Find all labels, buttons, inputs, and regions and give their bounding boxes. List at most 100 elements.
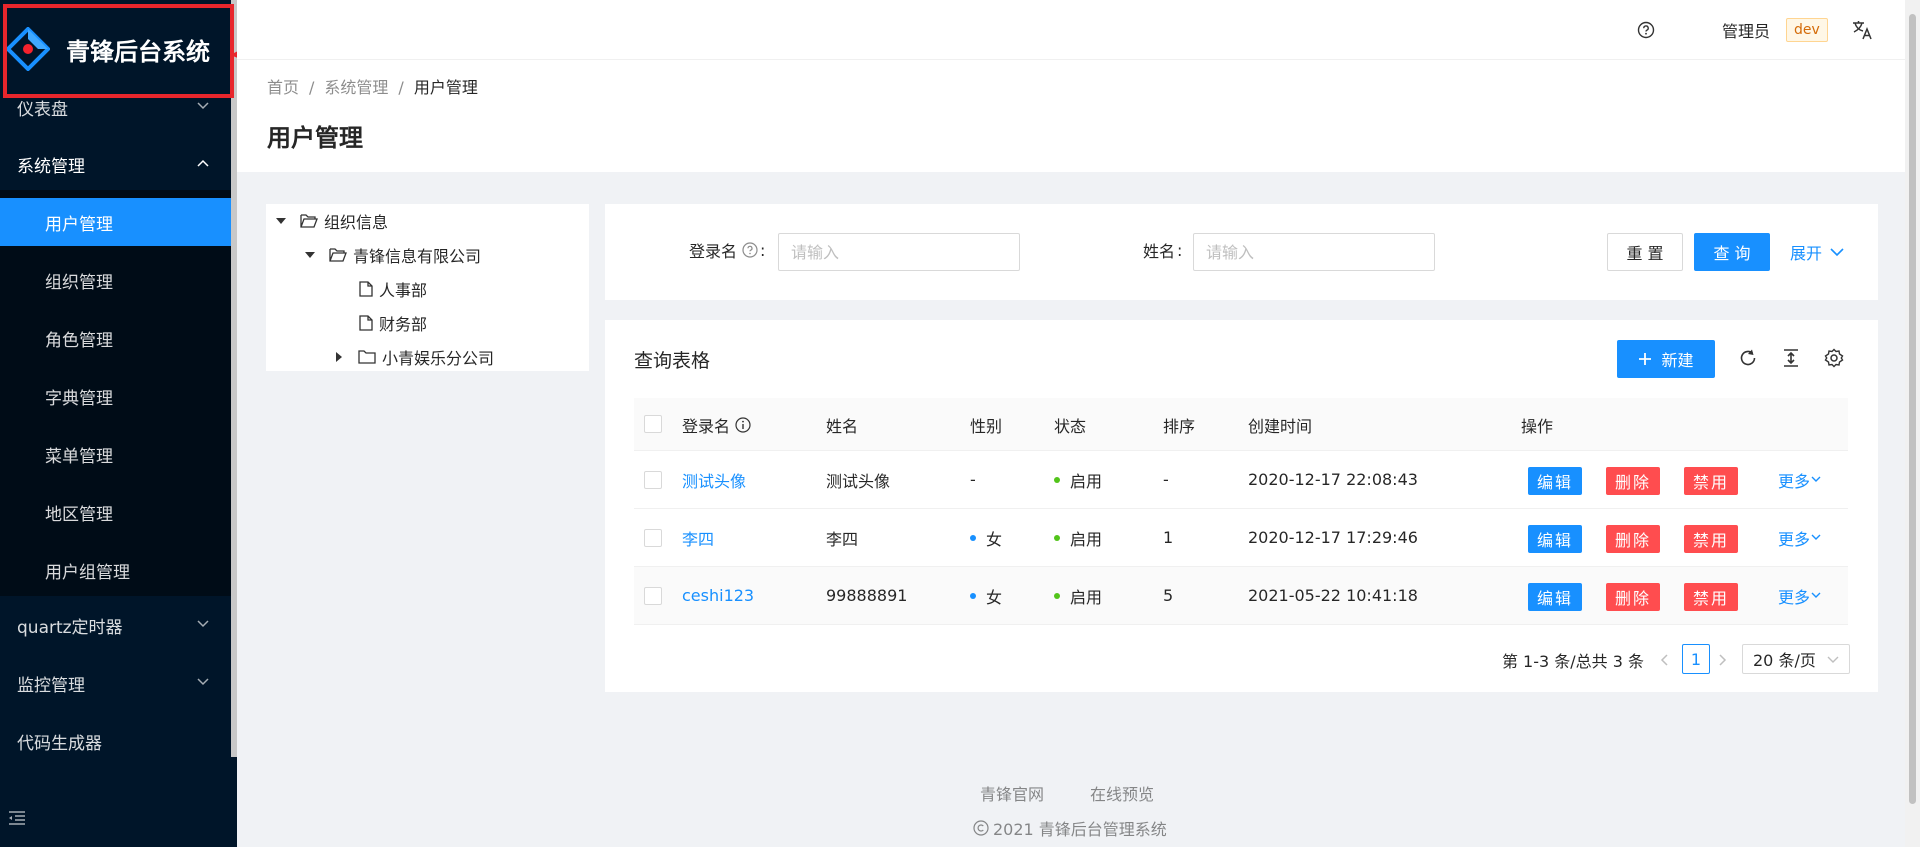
menu-label: 系统管理 (17, 156, 85, 177)
translate-icon[interactable] (1852, 0, 1874, 60)
select-all-checkbox[interactable] (644, 415, 662, 433)
cell-status: 启用 (1054, 451, 1102, 508)
sidebar-item-region-management[interactable]: 地区管理 (0, 488, 231, 536)
status-dot (1054, 592, 1060, 599)
breadcrumb-system[interactable]: 系统管理 (324, 78, 388, 97)
tree-node-company[interactable]: 青锋信息有限公司 (303, 240, 481, 270)
pagination: 第 1-3 条/总共 3 条 1 20 条/页 (605, 644, 1878, 676)
more-dropdown[interactable]: 更多 (1778, 567, 1821, 624)
sidebar-item-dict-management[interactable]: 字典管理 (0, 372, 231, 420)
edit-button[interactable]: 编辑 (1528, 525, 1583, 553)
login-name-link[interactable]: 李四 (682, 509, 714, 566)
expand-toggle[interactable]: 展开 (1790, 234, 1844, 270)
table-title: 查询表格 (634, 350, 711, 372)
table-row: ceshi123 99888891 女 启用 5 2021-05-22 10:4… (634, 567, 1848, 625)
page-item-current[interactable]: 1 (1682, 644, 1710, 674)
footer-link-official[interactable]: 青锋官网 (980, 785, 1044, 804)
delete-button[interactable]: 删除 (1606, 467, 1661, 495)
login-label-text: 登录名 (689, 242, 738, 261)
cell-gender: 女 (970, 509, 1002, 566)
disable-button[interactable]: 禁用 (1684, 583, 1739, 611)
column-login-name[interactable]: 登录名 (682, 398, 751, 451)
edit-button[interactable]: 编辑 (1528, 583, 1583, 611)
cell-gender: - (970, 470, 976, 489)
sidebar-item-menu-management[interactable]: 菜单管理 (0, 430, 231, 478)
disable-button[interactable]: 禁用 (1684, 467, 1739, 495)
cell-status: 启用 (1054, 567, 1102, 624)
cell-sort: 5 (1163, 586, 1174, 605)
menu-monitor[interactable]: 监控管理 (0, 654, 231, 712)
delete-button[interactable]: 删除 (1606, 583, 1661, 611)
sidebar-item-role-management[interactable]: 角色管理 (0, 314, 231, 362)
row-checkbox[interactable] (644, 587, 662, 605)
file-icon (359, 281, 373, 297)
sidebar-item-label: 用户管理 (45, 214, 113, 235)
setting-icon[interactable] (1824, 348, 1844, 368)
folder-open-icon (300, 214, 318, 228)
copyright-icon (973, 820, 989, 836)
menu-codegen[interactable]: 代码生成器 (0, 712, 231, 770)
colon: : (760, 240, 766, 260)
login-name-input[interactable] (778, 233, 1020, 271)
page-scrollbar[interactable] (1905, 0, 1920, 847)
cell-status: 启用 (1054, 509, 1102, 566)
caret-down-icon[interactable] (303, 252, 317, 258)
caret-right-icon[interactable] (332, 352, 346, 362)
footer-link-preview[interactable]: 在线预览 (1090, 785, 1154, 804)
tree-node-root[interactable]: 组织信息 (274, 206, 388, 236)
menu-quartz[interactable]: quartz定时器 (0, 596, 231, 654)
help-icon[interactable] (1637, 0, 1655, 60)
question-circle-icon[interactable] (742, 242, 758, 258)
more-dropdown[interactable]: 更多 (1778, 451, 1821, 508)
menu-fold-icon[interactable] (8, 810, 26, 826)
tree-node-finance[interactable]: 财务部 (359, 308, 427, 338)
search-form: 登录名 : 姓名 : 重 置 查 询 展开 (605, 204, 1878, 300)
disable-button[interactable]: 禁用 (1684, 525, 1739, 553)
reset-button[interactable]: 重 置 (1607, 233, 1683, 271)
new-button[interactable]: 新建 (1617, 340, 1715, 378)
breadcrumb-home[interactable]: 首页 (267, 78, 299, 97)
caret-down-icon[interactable] (274, 218, 288, 224)
tree-node-label: 组织信息 (324, 213, 389, 232)
chevron-left-icon[interactable] (1660, 654, 1668, 666)
sidebar-item-org-management[interactable]: 组织管理 (0, 256, 231, 304)
gender-text: 女 (986, 529, 1003, 549)
colon: : (1177, 240, 1183, 260)
cell-created: 2020-12-17 17:29:46 (1248, 528, 1418, 547)
status-text: 启用 (1070, 471, 1103, 491)
pagination-total: 第 1-3 条/总共 3 条 (1501, 652, 1644, 671)
chevron-right-icon[interactable] (1719, 654, 1727, 666)
tree-node-subsidiary[interactable]: 小青娱乐分公司 (332, 342, 494, 372)
chevron-up-icon (197, 159, 209, 167)
column-label: 登录名 (682, 416, 731, 436)
row-checkbox[interactable] (644, 471, 662, 489)
column-status: 状态 (1054, 416, 1087, 436)
user-menu[interactable]: 管理员 dev (1722, 0, 1828, 60)
scrollbar-thumb[interactable] (1909, 14, 1916, 804)
info-circle-icon[interactable] (735, 416, 751, 433)
page-size-select[interactable]: 20 条/页 (1742, 644, 1850, 674)
query-button[interactable]: 查 询 (1694, 233, 1770, 271)
login-name-link[interactable]: ceshi123 (682, 567, 754, 624)
cell-name: 测试头像 (826, 471, 891, 491)
menu-system[interactable]: 系统管理 (0, 135, 231, 193)
page-title: 用户管理 (267, 124, 363, 152)
env-tag: dev (1786, 18, 1828, 42)
column-name: 姓名 (826, 416, 859, 436)
name-input[interactable] (1193, 233, 1435, 271)
menu-label: 仪表盘 (17, 99, 68, 120)
more-dropdown[interactable]: 更多 (1778, 509, 1821, 566)
edit-button[interactable]: 编辑 (1528, 467, 1583, 495)
tree-node-label: 财务部 (379, 315, 428, 334)
column-height-icon[interactable] (1782, 348, 1800, 368)
status-text: 启用 (1070, 587, 1103, 607)
delete-button[interactable]: 删除 (1606, 525, 1661, 553)
row-checkbox[interactable] (644, 529, 662, 547)
sidebar-item-user-management[interactable]: 用户管理 (0, 198, 231, 246)
tree-node-hr[interactable]: 人事部 (359, 274, 427, 304)
expand-label: 展开 (1790, 244, 1823, 263)
login-name-link[interactable]: 测试头像 (682, 451, 746, 508)
sidebar-item-usergroup-management[interactable]: 用户组管理 (0, 546, 231, 594)
cell-created: 2020-12-17 22:08:43 (1248, 470, 1418, 489)
reload-icon[interactable] (1738, 348, 1758, 368)
